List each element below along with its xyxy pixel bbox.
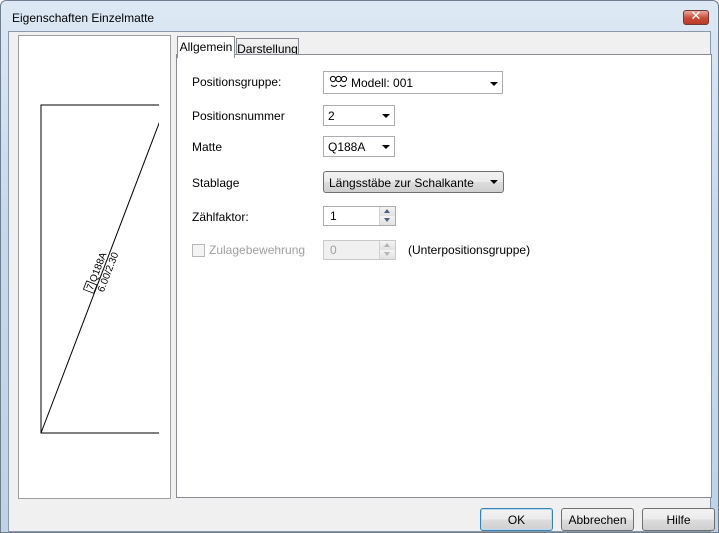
positionsnummer-label: Positionsnummer bbox=[192, 109, 285, 123]
zulagebewehrung-label: Zulagebewehrung bbox=[209, 243, 306, 257]
matte-label: Matte bbox=[192, 140, 223, 154]
positionsgruppe-value: Modell: 001 bbox=[351, 76, 414, 90]
chevron-down-icon bbox=[490, 82, 498, 86]
matte-value: Q188A bbox=[328, 140, 366, 154]
preview-panel: 7 Q188A 6.00/2.30 bbox=[18, 35, 171, 499]
ok-button[interactable]: OK bbox=[480, 508, 553, 531]
zaehlfaktor-value[interactable]: 1 bbox=[330, 209, 337, 223]
arrow-up-icon bbox=[384, 243, 390, 247]
unterpositionsgruppe-hint: (Unterpositionsgruppe) bbox=[408, 243, 531, 257]
zulage-value: 0 bbox=[330, 243, 337, 257]
chevron-down-icon bbox=[490, 180, 498, 184]
zaehlfaktor-spin-buttons bbox=[379, 207, 395, 225]
help-button[interactable]: Hilfe bbox=[642, 508, 715, 531]
zaehlfaktor-decrement-button[interactable] bbox=[380, 216, 395, 225]
positionsgruppe-select[interactable]: Modell: 001 bbox=[323, 71, 503, 94]
zulage-stepper[interactable]: 0 bbox=[323, 240, 396, 260]
dialog-window: Eigenschaften Einzelmatte ✕ 7 Q188A 6.00… bbox=[0, 0, 719, 533]
matte-select[interactable]: Q188A bbox=[323, 136, 395, 157]
cancel-button[interactable]: Abbrechen bbox=[561, 508, 634, 531]
window-title: Eigenschaften Einzelmatte bbox=[12, 11, 155, 25]
positionsnummer-value: 2 bbox=[328, 109, 335, 123]
arrow-down-icon bbox=[384, 252, 390, 256]
close-icon: ✕ bbox=[690, 9, 702, 24]
tab-allgemein-label: Allgemein bbox=[179, 40, 233, 54]
tab-allgemein[interactable]: Allgemein bbox=[177, 36, 235, 58]
title-bar[interactable]: Eigenschaften Einzelmatte ✕ bbox=[1, 1, 718, 31]
stablage-select[interactable]: Längsstäbe zur Schalkante bbox=[323, 171, 504, 193]
stablage-value: Längsstäbe zur Schalkante bbox=[329, 176, 474, 190]
mat-preview-drawing: 7 Q188A 6.00/2.30 bbox=[40, 104, 159, 434]
positionsgruppe-label: Positionsgruppe: bbox=[192, 75, 282, 89]
arrow-down-icon bbox=[384, 218, 390, 222]
zaehlfaktor-label: Zählfaktor: bbox=[192, 210, 249, 224]
tab-panel-allgemein: Positionsgruppe: Modell: 001 Positionsnu… bbox=[176, 54, 712, 498]
arrow-up-icon bbox=[384, 209, 390, 213]
stablage-label: Stablage bbox=[192, 176, 240, 190]
zulage-decrement-button[interactable] bbox=[380, 250, 395, 259]
zulage-spin-buttons bbox=[379, 241, 395, 259]
chevron-down-icon bbox=[382, 145, 390, 149]
close-button[interactable]: ✕ bbox=[683, 9, 709, 25]
preview-canvas: 7 Q188A 6.00/2.30 bbox=[28, 43, 159, 490]
chevron-down-icon bbox=[382, 114, 390, 118]
dialog-client-area: 7 Q188A 6.00/2.30 Allgemein Darstellung … bbox=[8, 31, 715, 532]
zulagebewehrung-checkbox[interactable] bbox=[192, 244, 205, 257]
group-icon bbox=[329, 75, 348, 87]
positionsnummer-select[interactable]: 2 bbox=[323, 105, 395, 126]
zaehlfaktor-stepper[interactable]: 1 bbox=[323, 206, 396, 226]
